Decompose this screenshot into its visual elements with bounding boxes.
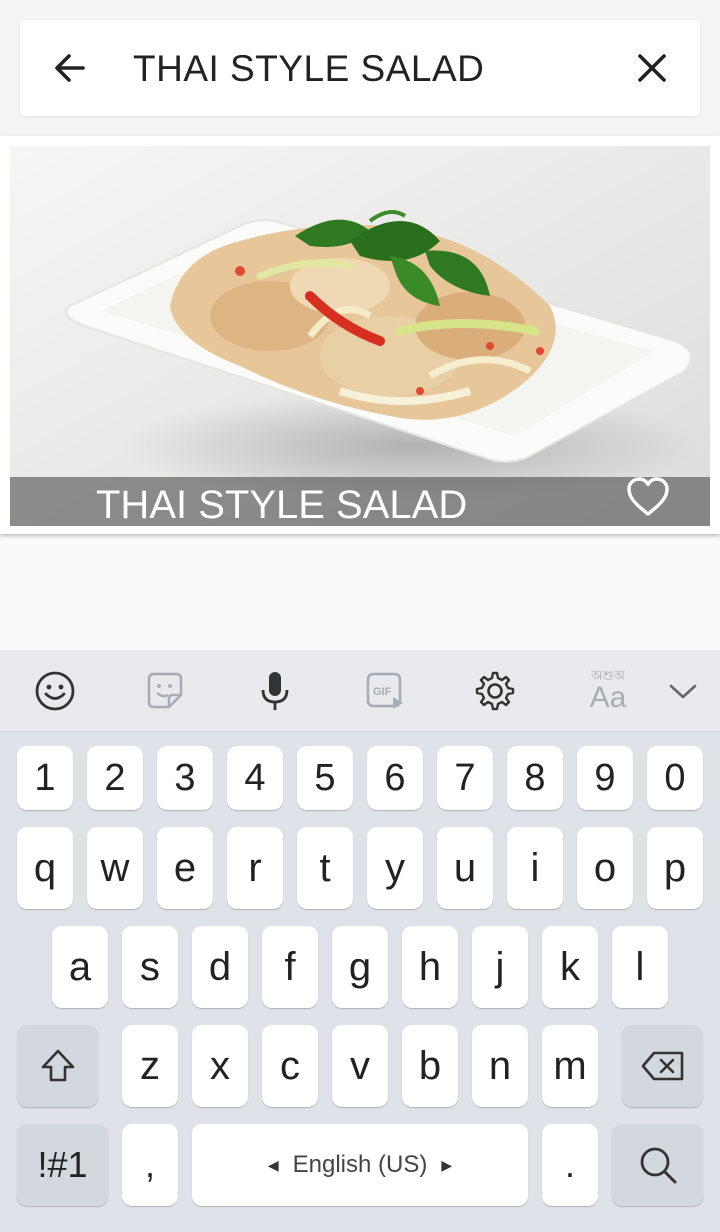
- space-key-content: ◀ English (US) ▶: [268, 1151, 452, 1179]
- key-q[interactable]: q: [17, 827, 73, 909]
- language-button[interactable]: অশুঅ Aa: [580, 666, 636, 716]
- key-m[interactable]: m: [542, 1025, 598, 1107]
- key-5[interactable]: 5: [297, 746, 353, 810]
- results-area: THAI STYLE SALAD: [0, 136, 720, 650]
- key-d[interactable]: d: [192, 926, 248, 1008]
- shift-key[interactable]: [17, 1025, 98, 1107]
- sticker-button[interactable]: [140, 666, 190, 716]
- arrow-left-icon: [55, 54, 85, 82]
- keyboard-toolbar: GIF অশুঅ Aa: [0, 650, 720, 732]
- search-icon: [640, 1147, 676, 1184]
- close-icon: [638, 54, 666, 82]
- key-y[interactable]: y: [367, 827, 423, 909]
- space-key[interactable]: ◀ English (US) ▶: [192, 1124, 528, 1206]
- key-7[interactable]: 7: [437, 746, 493, 810]
- microphone-icon: [261, 672, 289, 710]
- settings-icon: [475, 671, 515, 711]
- back-button[interactable]: [50, 48, 90, 88]
- symbols-key[interactable]: !#1: [17, 1124, 108, 1206]
- sticker-icon: [147, 672, 183, 709]
- favorite-button[interactable]: [624, 473, 672, 521]
- key-l[interactable]: l: [612, 926, 668, 1008]
- collapse-keyboard-button[interactable]: [658, 666, 708, 716]
- key-i[interactable]: i: [507, 827, 563, 909]
- recipe-title: THAI STYLE SALAD: [96, 483, 468, 526]
- language-aa-icon: অশুঅ Aa: [590, 670, 627, 713]
- search-key[interactable]: [612, 1124, 703, 1206]
- key-2[interactable]: 2: [87, 746, 143, 810]
- key-j[interactable]: j: [472, 926, 528, 1008]
- voice-input-button[interactable]: [250, 666, 300, 716]
- key-b[interactable]: b: [402, 1025, 458, 1107]
- key-8[interactable]: 8: [507, 746, 563, 810]
- emoji-button[interactable]: [30, 666, 80, 716]
- shift-icon: [41, 1049, 74, 1082]
- key-0[interactable]: 0: [647, 746, 703, 810]
- comma-key[interactable]: ,: [122, 1124, 178, 1206]
- key-o[interactable]: o: [577, 827, 633, 909]
- space-key-label: English (US): [292, 1151, 428, 1178]
- key-e[interactable]: e: [157, 827, 213, 909]
- key-k[interactable]: k: [542, 926, 598, 1008]
- key-n[interactable]: n: [472, 1025, 528, 1107]
- gif-icon: GIF: [366, 672, 403, 709]
- key-1[interactable]: 1: [17, 746, 73, 810]
- key-f[interactable]: f: [262, 926, 318, 1008]
- search-bar: THAI STYLE SALAD: [20, 20, 700, 116]
- svg-text:GIF: GIF: [373, 686, 392, 698]
- backspace-key[interactable]: [622, 1025, 703, 1107]
- key-t[interactable]: t: [297, 827, 353, 909]
- clear-search-button[interactable]: [632, 48, 672, 88]
- key-u[interactable]: u: [437, 827, 493, 909]
- key-h[interactable]: h: [402, 926, 458, 1008]
- key-r[interactable]: r: [227, 827, 283, 909]
- recipe-image[interactable]: THAI STYLE SALAD: [10, 146, 710, 526]
- key-g[interactable]: g: [332, 926, 388, 1008]
- key-v[interactable]: v: [332, 1025, 388, 1107]
- key-z[interactable]: z: [122, 1025, 178, 1107]
- recipe-card[interactable]: THAI STYLE SALAD: [0, 136, 720, 534]
- heart-outline-icon: [627, 477, 669, 516]
- search-input[interactable]: THAI STYLE SALAD: [133, 46, 600, 92]
- on-screen-keyboard: GIF অশুঅ Aa 1 2 3 4 5 6 7 8 9 0 q w e r …: [0, 650, 720, 1232]
- backspace-icon: [641, 1051, 683, 1081]
- key-6[interactable]: 6: [367, 746, 423, 810]
- period-key[interactable]: .: [542, 1124, 598, 1206]
- key-s[interactable]: s: [122, 926, 178, 1008]
- chevron-down-icon: [669, 684, 697, 699]
- key-3[interactable]: 3: [157, 746, 213, 810]
- key-w[interactable]: w: [87, 827, 143, 909]
- language-prev-icon: ◀: [267, 1156, 279, 1173]
- card-title-bar: THAI STYLE SALAD: [10, 477, 710, 526]
- key-x[interactable]: x: [192, 1025, 248, 1107]
- language-aa-label: Aa: [589, 680, 627, 714]
- key-p[interactable]: p: [647, 827, 703, 909]
- gif-button[interactable]: GIF: [360, 666, 410, 716]
- key-4[interactable]: 4: [227, 746, 283, 810]
- key-a[interactable]: a: [52, 926, 108, 1008]
- key-9[interactable]: 9: [577, 746, 633, 810]
- emoji-icon: [35, 671, 75, 711]
- key-c[interactable]: c: [262, 1025, 318, 1107]
- keyboard-settings-button[interactable]: [470, 666, 520, 716]
- language-next-icon: ▶: [441, 1156, 453, 1173]
